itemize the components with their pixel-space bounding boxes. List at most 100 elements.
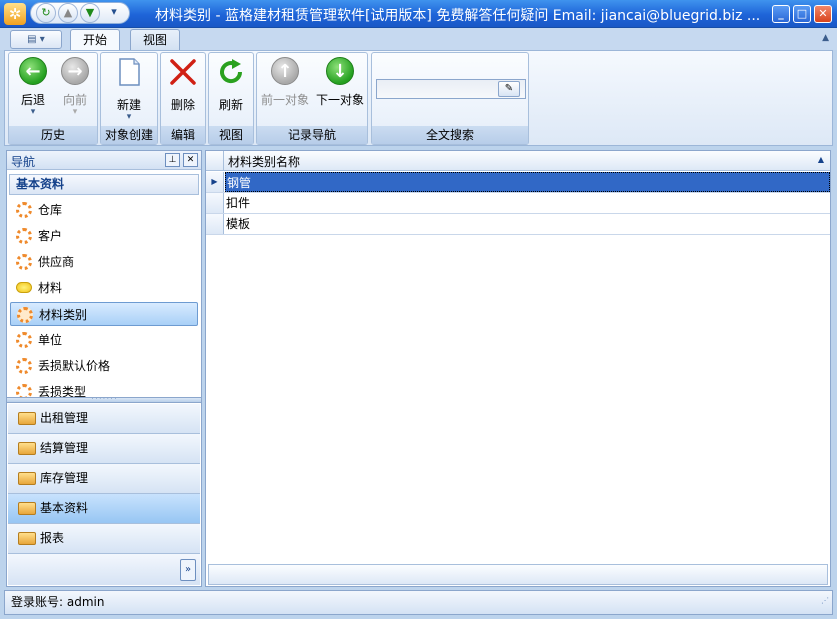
group-view-label: 视图 (209, 126, 253, 144)
group-record-nav: ↑ 前一对象 ↓ 下一对象 记录导航 (256, 52, 368, 145)
resize-grip-icon[interactable]: ⋰ (821, 589, 829, 612)
close-panel-icon[interactable]: ✕ (183, 153, 198, 167)
nav-item-warehouse[interactable]: 仓库 (10, 198, 198, 222)
back-dropdown-icon[interactable]: ▾ (15, 108, 51, 117)
nav-category-reports[interactable]: 报表 (8, 524, 200, 554)
material-icon (16, 282, 32, 293)
nav-item-material-category[interactable]: 材料类别 (10, 302, 198, 326)
up-arrow-icon: ↑ (271, 57, 299, 85)
close-button[interactable]: ✕ (814, 5, 832, 23)
back-label: 后退 (20, 93, 45, 107)
nav-category-inventory[interactable]: 库存管理 (8, 464, 200, 494)
login-account-text: 登录账号: admin (11, 595, 105, 609)
nav-footer: » (8, 554, 200, 585)
sort-ascending-icon: ▲ (817, 155, 824, 164)
group-edit: 删除 编辑 (160, 52, 206, 145)
forward-arrow-icon: → (61, 57, 89, 85)
panel-splitter[interactable]: · · · · · · · (7, 397, 201, 403)
table-row[interactable]: 模板 (206, 214, 830, 235)
tab-start[interactable]: 开始 (70, 29, 121, 51)
new-label: 新建 (116, 98, 141, 112)
group-history: ← 后退 ▾ → 向前 ▾ 历史 (8, 52, 98, 145)
group-object-create-label: 对象创建 (101, 126, 157, 144)
refresh-button[interactable]: 刷新 (213, 57, 249, 113)
gear-icon (16, 358, 32, 374)
status-bar: 登录账号: admin ⋰ (4, 590, 833, 615)
expand-chevron-icon[interactable]: » (180, 559, 196, 581)
navigation-panel: 导航 ⊥ ✕ 基本资料 仓库 客户 供应商 材料 材料类别 单位 丢损默认价格 … (6, 150, 202, 587)
table-cell[interactable]: 扣件 (225, 193, 830, 213)
nav-category-label: 结算管理 (40, 441, 89, 455)
gear-icon (16, 332, 32, 348)
nav-header: 导航 ⊥ ✕ (7, 151, 201, 170)
next-object-button[interactable]: ↓ 下一对象 (313, 57, 367, 108)
new-button[interactable]: 新建 ▾ (109, 57, 149, 122)
ribbon: ← 后退 ▾ → 向前 ▾ 历史 新建 ▾ 对象创建 删除 编辑 刷新 视图 ↑… (4, 50, 833, 146)
down-arrow-icon[interactable]: ▼ (80, 3, 100, 23)
pin-icon[interactable]: ⊥ (165, 153, 180, 167)
nav-category-label: 出租管理 (40, 411, 89, 425)
grid-header: 材料类别名称 ▲ (206, 151, 830, 171)
group-history-label: 历史 (9, 126, 97, 144)
previous-object-label: 前一对象 (260, 93, 309, 107)
nav-item-unit[interactable]: 单位 (10, 328, 198, 352)
previous-object-button[interactable]: ↑ 前一对象 (259, 57, 311, 108)
nav-category-rental[interactable]: 出租管理 (8, 404, 200, 434)
window-title: 材料类别 - 蓝格建材租赁管理软件[试用版本] 免费解答任何疑问 Email: … (155, 8, 761, 24)
refresh-label: 刷新 (218, 98, 243, 112)
nav-item-loss-default-price[interactable]: 丢损默认价格 (10, 354, 198, 378)
table-row[interactable]: 扣件 (206, 193, 830, 214)
up-arrow-icon[interactable]: ▲ (58, 3, 78, 23)
current-row-indicator-icon: ▶ (206, 172, 224, 192)
app-logo-icon[interactable]: ✲ (4, 3, 26, 25)
gear-icon (16, 254, 32, 270)
back-button[interactable]: ← 后退 ▾ (15, 57, 51, 117)
delete-x-icon (170, 59, 196, 85)
maximize-button[interactable]: □ (793, 5, 811, 23)
gear-icon (16, 384, 32, 397)
next-object-label: 下一对象 (315, 93, 364, 107)
search-eraser-icon[interactable]: ✎ (498, 81, 520, 97)
nav-category-basic-data[interactable]: 基本资料 (8, 494, 200, 524)
new-document-icon (119, 58, 140, 86)
row-indicator (206, 193, 224, 213)
nav-item-label: 丢损默认价格 (38, 359, 111, 373)
nav-item-supplier[interactable]: 供应商 (10, 250, 198, 274)
row-indicator (206, 214, 224, 234)
ribbon-tabs (0, 28, 837, 50)
down-arrow-icon: ↓ (326, 57, 354, 85)
table-cell[interactable]: 模板 (225, 214, 830, 234)
group-fulltext-search: ✎ 全文搜索 (371, 52, 529, 145)
refresh-icon[interactable]: ↻ (36, 3, 56, 23)
nav-category-label: 报表 (40, 531, 65, 545)
folder-icon (18, 442, 36, 455)
new-dropdown-icon[interactable]: ▾ (109, 113, 149, 122)
table-row[interactable]: ▶ 钢管 (206, 172, 830, 193)
nav-item-list: 仓库 客户 供应商 材料 材料类别 单位 丢损默认价格 丢损类型 ▾ (9, 197, 199, 397)
nav-section-title: 基本资料 (9, 174, 199, 195)
application-menu-button[interactable]: ▤ ▾ (10, 30, 62, 49)
customize-toolbar-chevron-icon[interactable]: ▾ (104, 3, 124, 23)
minimize-button[interactable]: _ (772, 5, 790, 23)
group-view: 刷新 视图 (208, 52, 254, 145)
folder-icon (18, 502, 36, 515)
table-cell[interactable]: 钢管 (225, 172, 830, 192)
delete-button[interactable]: 删除 (165, 57, 201, 113)
nav-item-loss-type[interactable]: 丢损类型 (10, 380, 198, 397)
group-edit-label: 编辑 (161, 126, 205, 144)
nav-item-customer[interactable]: 客户 (10, 224, 198, 248)
nav-title: 导航 (11, 155, 36, 169)
nav-item-material[interactable]: 材料 (10, 276, 198, 300)
nav-category-label: 库存管理 (40, 471, 89, 485)
tab-view[interactable]: 视图 (130, 29, 181, 50)
nav-item-label: 供应商 (38, 255, 75, 269)
group-object-create: 新建 ▾ 对象创建 (100, 52, 158, 145)
minimize-ribbon-icon[interactable]: ▲ (822, 33, 829, 43)
forward-dropdown-icon[interactable]: ▾ (57, 108, 93, 117)
group-record-nav-label: 记录导航 (257, 126, 367, 144)
forward-button[interactable]: → 向前 ▾ (57, 57, 93, 117)
delete-label: 删除 (170, 98, 195, 112)
forward-label: 向前 (62, 93, 87, 107)
column-header-material-category-name[interactable]: 材料类别名称 (228, 153, 300, 170)
nav-category-settlement[interactable]: 结算管理 (8, 434, 200, 464)
